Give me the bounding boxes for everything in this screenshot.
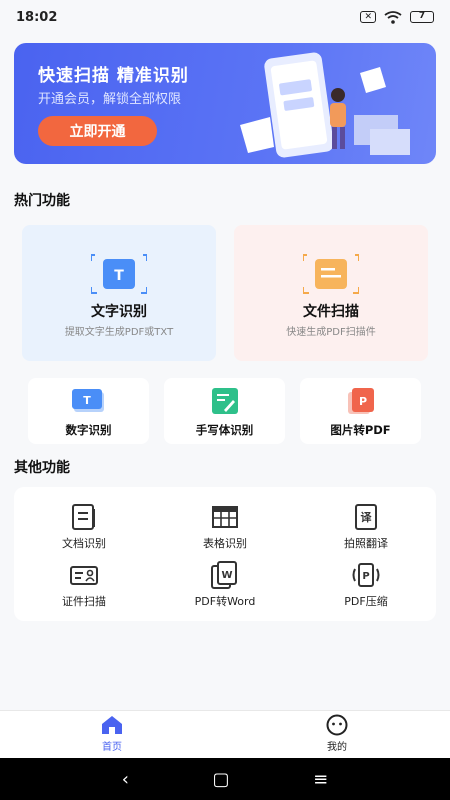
image-to-pdf-card[interactable]: P 图片转PDF bbox=[300, 378, 421, 444]
text-recognition-desc: 提取文字生成PDF或TXT bbox=[64, 327, 174, 338]
other-functions-panel: 文档识别 表格识别 译 拍照翻译 证件扫描 W PDF转Word P PDF压缩 bbox=[14, 487, 436, 621]
banner-title: 快速扫描 精准识别 bbox=[38, 66, 189, 86]
svg-text:译: 译 bbox=[361, 511, 373, 524]
svg-text:T: T bbox=[114, 268, 124, 284]
pdf-compress-icon: P bbox=[352, 563, 380, 587]
image-to-pdf-label: 图片转PDF bbox=[330, 423, 391, 437]
profile-icon bbox=[326, 714, 348, 736]
nav-mine-label: 我的 bbox=[327, 742, 347, 753]
status-bar: 18:02 ✕ 7 bbox=[0, 0, 450, 34]
other-section-title: 其他功能 bbox=[14, 460, 70, 476]
promo-banner[interactable]: 快速扫描 精准识别 开通会员，解锁全部权限 立即开通 bbox=[14, 43, 436, 164]
svg-text:W: W bbox=[221, 570, 232, 581]
text-recognition-card[interactable]: T 文字识别 提取文字生成PDF或TXT bbox=[22, 225, 216, 361]
pdf-to-word-label: PDF转Word bbox=[194, 595, 256, 608]
translate-icon: 译 bbox=[355, 504, 377, 530]
wifi-icon bbox=[384, 10, 402, 24]
handwriting-icon bbox=[212, 388, 238, 414]
table-recognition-item[interactable]: 表格识别 bbox=[155, 503, 295, 559]
photo-translate-label: 拍照翻译 bbox=[344, 537, 388, 550]
system-nav-bar: ‹ ▢ ≡ bbox=[0, 758, 450, 800]
battery-icon: 7 bbox=[410, 11, 434, 23]
menu-icon[interactable]: ≡ bbox=[313, 769, 328, 790]
text-scan-icon: T bbox=[91, 254, 147, 294]
svg-text:P: P bbox=[362, 571, 369, 582]
home-button-icon[interactable]: ▢ bbox=[213, 769, 230, 790]
handwriting-recognition-card[interactable]: 手写体识别 bbox=[164, 378, 285, 444]
status-icons: ✕ 7 bbox=[360, 10, 434, 24]
pdf-to-word-icon: W bbox=[211, 561, 237, 589]
phone-scan-illustration-icon bbox=[240, 52, 410, 158]
number-recognition-card[interactable]: T 数字识别 bbox=[28, 378, 149, 444]
svg-text:T: T bbox=[83, 394, 91, 407]
pdf-to-word-item[interactable]: W PDF转Word bbox=[155, 561, 295, 617]
number-recognition-label: 数字识别 bbox=[65, 423, 112, 437]
pdf-compress-item[interactable]: P PDF压缩 bbox=[296, 561, 436, 617]
nav-home[interactable]: 首页 bbox=[72, 714, 152, 753]
nav-mine[interactable]: 我的 bbox=[297, 714, 377, 753]
id-card-icon bbox=[70, 566, 98, 585]
banner-subtitle: 开通会员，解锁全部权限 bbox=[38, 92, 182, 107]
nav-home-label: 首页 bbox=[102, 742, 122, 753]
table-icon bbox=[212, 506, 238, 528]
file-scan-icon bbox=[303, 254, 359, 294]
document-icon bbox=[72, 504, 95, 530]
number-icon: T bbox=[72, 389, 104, 412]
image-to-pdf-icon: P bbox=[348, 388, 374, 414]
file-scan-card[interactable]: 文件扫描 快速生成PDF扫描件 bbox=[234, 225, 428, 361]
id-scan-item[interactable]: 证件扫描 bbox=[14, 561, 154, 617]
file-scan-title: 文件扫描 bbox=[303, 304, 359, 320]
document-recognition-item[interactable]: 文档识别 bbox=[14, 503, 154, 559]
sim-icon: ✕ bbox=[360, 11, 376, 23]
handwriting-recognition-label: 手写体识别 bbox=[195, 423, 254, 437]
document-recognition-label: 文档识别 bbox=[62, 537, 106, 550]
photo-translate-item[interactable]: 译 拍照翻译 bbox=[296, 503, 436, 559]
table-recognition-label: 表格识别 bbox=[203, 537, 247, 550]
open-membership-button[interactable]: 立即开通 bbox=[38, 116, 157, 146]
file-scan-desc: 快速生成PDF扫描件 bbox=[286, 327, 376, 338]
home-icon bbox=[102, 716, 122, 734]
text-recognition-title: 文字识别 bbox=[91, 304, 147, 320]
status-time: 18:02 bbox=[16, 9, 58, 25]
bottom-nav: 首页 我的 bbox=[0, 710, 450, 758]
id-scan-label: 证件扫描 bbox=[62, 595, 106, 608]
pdf-compress-label: PDF压缩 bbox=[344, 595, 388, 608]
hot-section-title: 热门功能 bbox=[14, 193, 70, 209]
back-icon[interactable]: ‹ bbox=[122, 769, 129, 790]
svg-text:P: P bbox=[359, 395, 367, 408]
